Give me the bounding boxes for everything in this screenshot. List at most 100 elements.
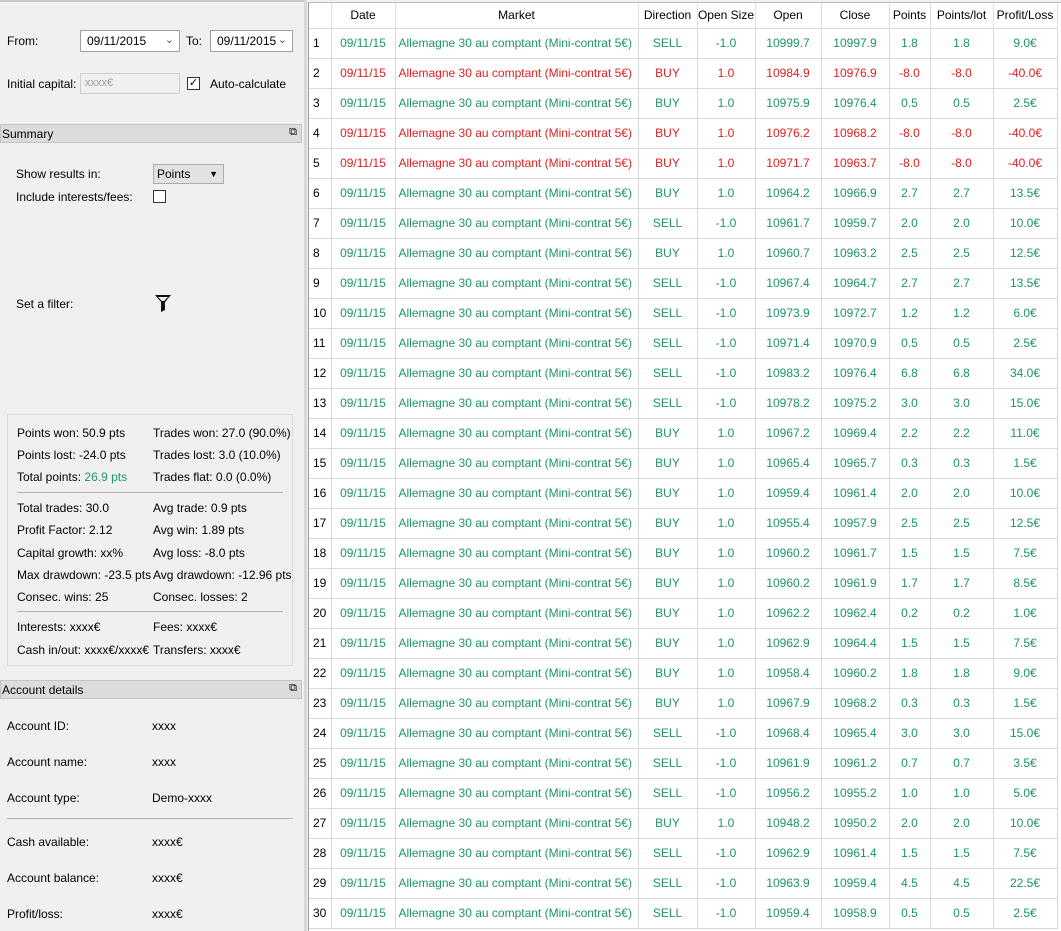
column-header-open[interactable]: Open — [755, 3, 822, 28]
cell-direction: BUY — [637, 567, 698, 599]
cell-close: 10972.7 — [820, 297, 890, 329]
profit-loss-label: Profit/loss: — [7, 907, 64, 921]
table-row[interactable]: 9 09/11/15 Allemagne 30 au comptant (Mini-… — [309, 267, 1058, 299]
cell-profit-loss: 2.5€ — [992, 87, 1058, 119]
table-row[interactable]: 15 09/11/15 Allemagne 30 au comptant (Mini… — [309, 447, 1058, 479]
cell-open-size: 1.0 — [696, 57, 756, 89]
table-row[interactable]: 10 09/11/15 Allemagne 30 au comptant (Mini… — [309, 297, 1058, 329]
cell-date: 09/11/15 — [330, 27, 396, 59]
table-row[interactable]: 13 09/11/15 Allemagne 30 au comptant (Mini… — [309, 387, 1058, 419]
from-date-picker[interactable]: 09/11/2015 ⌄ — [80, 30, 180, 52]
table-row[interactable]: 18 09/11/15 Allemagne 30 au comptant (Mini… — [309, 537, 1058, 569]
cell-profit-loss: 7.5€ — [992, 627, 1058, 659]
cell-points-per-lot: 0.7 — [929, 747, 994, 779]
table-row[interactable]: 2 09/11/15 Allemagne 30 au comptant (Mini-… — [309, 57, 1058, 89]
include-fees-label: Include interests/fees: — [16, 190, 133, 204]
cell-points-per-lot: -8.0 — [929, 117, 994, 149]
cell-close: 10976.9 — [820, 57, 890, 89]
cell-close: 10964.4 — [820, 627, 890, 659]
cell-date: 09/11/15 — [330, 537, 396, 569]
table-row[interactable]: 30 09/11/15 Allemagne 30 au comptant (Mini… — [309, 897, 1058, 929]
column-header-points[interactable]: Points — [889, 3, 931, 28]
table-row[interactable]: 11 09/11/15 Allemagne 30 au comptant (Mini… — [309, 327, 1058, 359]
cell-open: 10967.9 — [754, 687, 822, 719]
float-window-icon[interactable]: ⧉ — [289, 682, 297, 695]
table-row[interactable]: 21 09/11/15 Allemagne 30 au comptant (Mini… — [309, 627, 1058, 659]
auto-calculate-checkbox[interactable]: ✓ — [187, 77, 200, 90]
cell-open: 10956.2 — [754, 777, 822, 809]
table-header: Date Market Direction Open Size Open Close Poi… — [309, 3, 1058, 28]
cell-close: 10963.2 — [820, 237, 890, 269]
table-row[interactable]: 4 09/11/15 Allemagne 30 au comptant (Mini-… — [309, 117, 1058, 149]
cell-market: Allemagne 30 au comptant (Mini-contrat 5… — [394, 297, 639, 329]
table-row[interactable]: 3 09/11/15 Allemagne 30 au comptant (Mini-… — [309, 87, 1058, 119]
table-row[interactable]: 24 09/11/15 Allemagne 30 au comptant (Mini… — [309, 717, 1058, 749]
include-fees-checkbox[interactable] — [153, 190, 166, 203]
table-row[interactable]: 8 09/11/15 Allemagne 30 au comptant (Mini-… — [309, 237, 1058, 269]
table-row[interactable]: 7 09/11/15 Allemagne 30 au comptant (Mini-… — [309, 207, 1058, 239]
column-header-open-size[interactable]: Open Size — [697, 3, 756, 28]
table-row[interactable]: 22 09/11/15 Allemagne 30 au comptant (Mini… — [309, 657, 1058, 689]
column-header-profit-loss[interactable]: Profit/Loss — [993, 3, 1058, 28]
table-row[interactable]: 23 09/11/15 Allemagne 30 au comptant (Mini… — [309, 687, 1058, 719]
table-row[interactable]: 25 09/11/15 Allemagne 30 au comptant (Mini… — [309, 747, 1058, 779]
cell-direction: SELL — [637, 897, 698, 929]
cell-open: 10971.7 — [754, 147, 822, 179]
table-row[interactable]: 26 09/11/15 Allemagne 30 au comptant (Mini… — [309, 777, 1058, 809]
cell-date: 09/11/15 — [330, 777, 396, 809]
cell-date: 09/11/15 — [330, 87, 396, 119]
fees: Fees: xxxx€ — [153, 620, 218, 634]
cell-market: Allemagne 30 au comptant (Mini-contrat 5… — [394, 87, 639, 119]
cell-points-per-lot: -8.0 — [929, 147, 994, 179]
cell-market: Allemagne 30 au comptant (Mini-contrat 5… — [394, 807, 639, 839]
initial-capital-input[interactable]: xxxx€ — [80, 73, 180, 94]
table-row[interactable]: 14 09/11/15 Allemagne 30 au comptant (Mini… — [309, 417, 1058, 449]
table-row[interactable]: 1 09/11/15 Allemagne 30 au comptant (Mini-… — [309, 27, 1058, 59]
cell-points-per-lot: 1.8 — [929, 27, 994, 59]
cell-close: 10975.2 — [820, 387, 890, 419]
avg-win: Avg win: 1.89 pts — [153, 523, 245, 537]
cell-profit-loss: 15.0€ — [992, 387, 1058, 419]
cell-profit-loss: 10.0€ — [992, 207, 1058, 239]
cell-market: Allemagne 30 au comptant (Mini-contrat 5… — [394, 267, 639, 299]
cell-date: 09/11/15 — [330, 357, 396, 389]
cell-points-per-lot: 1.8 — [929, 657, 994, 689]
cell-row-number: 9 — [309, 267, 332, 299]
to-date-picker[interactable]: 09/11/2015 ⌄ — [210, 30, 293, 52]
cell-points-per-lot: 0.5 — [929, 87, 994, 119]
column-header-points-per-lot[interactable]: Points/lot — [930, 3, 994, 28]
show-results-dropdown[interactable]: Points ▼ — [153, 164, 224, 184]
table-row[interactable]: 6 09/11/15 Allemagne 30 au comptant (Mini-… — [309, 177, 1058, 209]
filter-icon[interactable] — [155, 295, 171, 312]
table-row[interactable]: 19 09/11/15 Allemagne 30 au comptant (Mini… — [309, 567, 1058, 599]
column-header-direction[interactable]: Direction — [638, 3, 698, 28]
cell-row-number: 22 — [309, 657, 332, 689]
float-window-icon[interactable]: ⧉ — [289, 126, 297, 139]
max-drawdown: Max drawdown: -23.5 pts — [17, 568, 152, 582]
cell-direction: BUY — [637, 537, 698, 569]
column-header-close[interactable]: Close — [821, 3, 890, 28]
cell-open-size: 1.0 — [696, 117, 756, 149]
table-row[interactable]: 16 09/11/15 Allemagne 30 au comptant (Mini… — [309, 477, 1058, 509]
cell-row-number: 28 — [309, 837, 332, 869]
table-row[interactable]: 28 09/11/15 Allemagne 30 au comptant (Mini… — [309, 837, 1058, 869]
total-points-label: Total points: — [17, 470, 82, 484]
cell-points: 0.3 — [888, 687, 931, 719]
column-header-date[interactable]: Date — [331, 3, 396, 28]
panel-splitter[interactable] — [304, 0, 307, 931]
cell-market: Allemagne 30 au comptant (Mini-contrat 5… — [394, 57, 639, 89]
cell-market: Allemagne 30 au comptant (Mini-contrat 5… — [394, 867, 639, 899]
column-header-market[interactable]: Market — [395, 3, 639, 28]
filter-label: Set a filter: — [16, 297, 74, 311]
table-row[interactable]: 17 09/11/15 Allemagne 30 au comptant (Mini… — [309, 507, 1058, 539]
column-header-row-number[interactable] — [309, 3, 332, 28]
table-row[interactable]: 12 09/11/15 Allemagne 30 au comptant (Mini… — [309, 357, 1058, 389]
table-row[interactable]: 27 09/11/15 Allemagne 30 au comptant (Mini… — [309, 807, 1058, 839]
cell-date: 09/11/15 — [330, 387, 396, 419]
consec-wins: Consec. wins: 25 — [17, 590, 109, 604]
table-row[interactable]: 29 09/11/15 Allemagne 30 au comptant (Mini… — [309, 867, 1058, 899]
table-row[interactable]: 5 09/11/15 Allemagne 30 au comptant (Mini-… — [309, 147, 1058, 179]
cell-close: 10960.2 — [820, 657, 890, 689]
from-date-value: 09/11/2015 — [87, 34, 147, 48]
table-row[interactable]: 20 09/11/15 Allemagne 30 au comptant (Mini… — [309, 597, 1058, 629]
